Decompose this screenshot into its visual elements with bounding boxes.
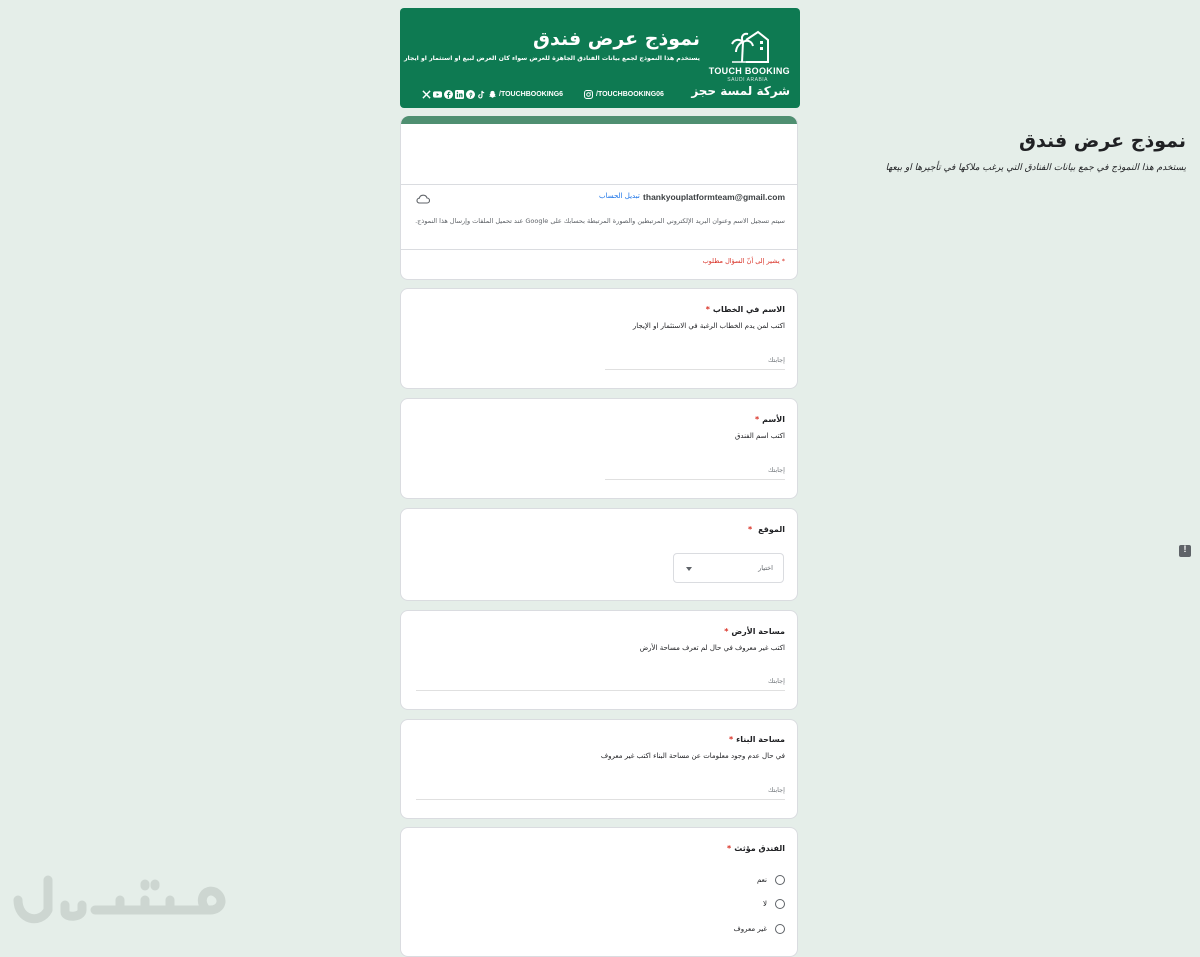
question-hint: في حال عدم وجود معلومات عن مساحة البناء … — [600, 752, 785, 760]
facebook-icon[interactable] — [444, 90, 453, 99]
social-links: /TOUCHBOOKING6 — [422, 90, 563, 99]
question-hint: اكتب اسم الفندق — [734, 432, 785, 440]
header-accent-bar — [401, 116, 797, 124]
instagram-icon — [584, 90, 593, 99]
tiktok-icon[interactable] — [477, 90, 486, 99]
question-title: مساحة الأرض* — [724, 627, 785, 636]
question-hint: اكتب لمن يدم الخطاب الرغبة في الاستثمار … — [632, 322, 785, 330]
answer-input-hotel-name[interactable]: إجابتك — [605, 450, 785, 480]
report-feedback-icon[interactable] — [1179, 544, 1191, 557]
banner-title: نموذج عرض فندق — [533, 28, 700, 50]
required-star: * — [747, 525, 753, 534]
form-banner: TOUCH BOOKING SAUDI ARABIA شركة لمسة حجز… — [400, 8, 800, 108]
snapchat-icon[interactable] — [488, 90, 497, 99]
question-card-land-area — [400, 610, 798, 710]
radio-option-yes[interactable]: نعم — [757, 875, 785, 885]
form-title: نموذج عرض فندق — [1019, 130, 1186, 152]
question-title: الموقع* — [747, 525, 785, 534]
radio-circle[interactable] — [775, 899, 785, 909]
question-hint: اكتب غير معروف في حال لم تعرف مساحة الأر… — [639, 644, 785, 652]
brand-subtitle: SAUDI ARABIA — [727, 77, 768, 83]
required-star: * — [724, 627, 729, 636]
question-title: الفندق مؤثث* — [727, 844, 785, 853]
header-divider — [401, 184, 797, 185]
question-title: الأسم* — [754, 415, 785, 424]
brand-name-en: TOUCH BOOKING — [708, 66, 790, 76]
answer-input-building-area[interactable]: إجابتك — [416, 770, 785, 800]
radio-circle[interactable] — [775, 875, 785, 885]
switch-account-link[interactable]: تبديل الحساب — [599, 192, 640, 200]
dropdown-label: اختيار — [758, 564, 773, 572]
form-description: يستخدم هذا النموذج في جمع بيانات الفنادق… — [885, 163, 1186, 173]
radio-option-unknown[interactable]: غير معروف — [733, 924, 785, 934]
hotel-palm-logo-icon — [731, 30, 769, 63]
required-star: * — [705, 305, 710, 314]
required-note: * يشير إلى أنّ السؤال مطلوب — [702, 257, 785, 265]
instagram-link[interactable]: /TOUCHBOOKING06 — [584, 90, 664, 99]
banner-subtitle: يستخدم هذا النموذج لجمع بيانات الفنادق ا… — [404, 55, 700, 62]
question-card-building-area — [400, 719, 798, 819]
cloud-saved-icon — [416, 194, 430, 204]
x-icon[interactable] — [422, 90, 431, 99]
answer-input-name-in-letter[interactable]: إجابتك — [605, 340, 785, 370]
privacy-notice: سيتم تسجيل الاسم وعنوان البريد الإلكترون… — [415, 217, 785, 225]
radio-circle[interactable] — [775, 924, 785, 934]
notice-divider — [401, 249, 797, 250]
question-card-hotel-name — [400, 398, 798, 499]
pinterest-icon[interactable] — [466, 90, 475, 99]
linkedin-icon[interactable] — [455, 90, 464, 99]
instagram-handle: /TOUCHBOOKING06 — [596, 91, 664, 98]
required-star: * — [728, 735, 734, 744]
location-dropdown[interactable]: اختيار — [673, 553, 784, 583]
social-handle: /TOUCHBOOKING6 — [499, 91, 564, 98]
radio-option-no[interactable]: لا — [763, 899, 785, 909]
radio-label: غير معروف — [733, 925, 768, 933]
watermark-logo — [13, 875, 226, 924]
required-star: * — [727, 844, 732, 853]
question-title: مساحة البناء* — [728, 735, 785, 744]
answer-input-land-area[interactable]: إجابتك — [416, 661, 785, 691]
youtube-icon[interactable] — [433, 90, 442, 99]
account-email: thankyouplatformteam@gmail.com — [643, 192, 785, 202]
radio-label: نعم — [757, 876, 767, 884]
question-card-name-in-letter — [400, 288, 798, 389]
required-star: * — [754, 415, 760, 424]
radio-label: لا — [763, 900, 767, 908]
chevron-down-icon — [686, 567, 692, 571]
brand-name-ar: شركة لمسة حجز — [691, 84, 790, 98]
question-title: الاسم في الخطاب* — [705, 305, 785, 314]
